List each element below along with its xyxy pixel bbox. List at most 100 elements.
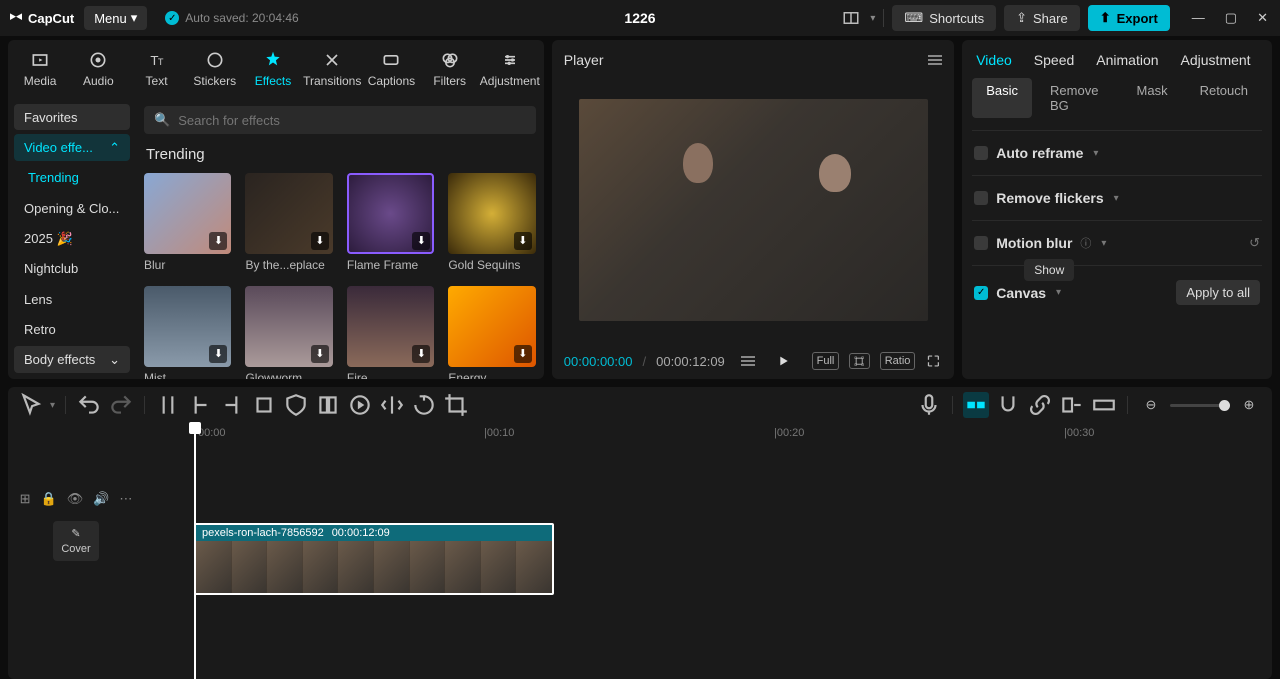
effect-card[interactable]: ⬇By the...eplace	[245, 173, 332, 272]
tab-animation[interactable]: Animation	[1096, 52, 1158, 68]
apply-to-all-button[interactable]: Apply to all	[1176, 280, 1260, 305]
tab-effects[interactable]: Effects	[245, 48, 301, 90]
close-button[interactable]: ✕	[1253, 6, 1272, 30]
effect-card[interactable]: ⬇Energy	[448, 286, 535, 379]
effect-thumbnail[interactable]: ⬇	[144, 286, 231, 367]
tab-adjustment[interactable]: Adjustment	[480, 48, 540, 90]
ripple-edit-tool[interactable]	[963, 392, 989, 418]
more-icon[interactable]: ⋯	[119, 491, 132, 507]
trim-left-tool[interactable]	[187, 392, 213, 418]
effect-thumbnail[interactable]: ⬇	[245, 286, 332, 367]
zoom-in-icon[interactable]: ⊕	[1236, 392, 1262, 418]
effect-thumbnail[interactable]: ⬇	[144, 173, 231, 254]
export-button[interactable]: ⬆ Export	[1088, 5, 1170, 31]
checkbox-checked[interactable]: ✓	[974, 286, 988, 300]
link-tool[interactable]	[1027, 392, 1053, 418]
chevron-down-icon[interactable]: ▾	[50, 400, 55, 411]
eye-icon[interactable]: 👁	[67, 491, 84, 507]
effect-thumbnail[interactable]: ⬇	[347, 286, 434, 367]
list-icon[interactable]	[741, 356, 755, 366]
freeze-tool[interactable]	[315, 392, 341, 418]
mic-icon[interactable]	[916, 392, 942, 418]
player-viewport[interactable]	[560, 74, 946, 345]
frame-icon[interactable]	[849, 353, 869, 369]
sidebar-item-retro[interactable]: Retro	[14, 316, 130, 342]
sidebar-item-opening[interactable]: Opening & Clo...	[14, 195, 130, 221]
tab-text[interactable]: TTText	[128, 48, 184, 90]
tab-adjustment[interactable]: Adjustment	[1181, 52, 1251, 68]
tab-stickers[interactable]: Stickers	[187, 48, 243, 90]
expand-icon[interactable]: ⊞	[20, 491, 31, 507]
tab-transitions[interactable]: Transitions	[303, 48, 361, 90]
effect-thumbnail[interactable]: ⬇	[347, 173, 434, 254]
layout-icon[interactable]	[840, 8, 862, 28]
timeline-ruler[interactable]: 00:00 |00:10 |00:20 |00:30	[144, 423, 1272, 447]
zoom-thumb[interactable]	[1219, 400, 1230, 411]
effect-card[interactable]: ⬇Glowworm	[245, 286, 332, 379]
download-icon[interactable]: ⬇	[412, 232, 430, 250]
lock-icon[interactable]: 🔒	[41, 491, 57, 507]
trim-right-tool[interactable]	[219, 392, 245, 418]
chevron-down-icon[interactable]: ▾	[1093, 148, 1098, 159]
video-clip[interactable]: pexels-ron-lach-7856592 00:00:12:09	[194, 523, 554, 595]
split-tool[interactable]	[155, 392, 181, 418]
download-icon[interactable]: ⬇	[412, 345, 430, 363]
speaker-icon[interactable]: 🔊	[93, 491, 109, 507]
effect-card[interactable]: ⬇Blur	[144, 173, 231, 272]
zoom-out-icon[interactable]: ⊖	[1138, 392, 1164, 418]
effect-card[interactable]: ⬇Fire	[347, 286, 434, 379]
cover-button[interactable]: ✎ Cover	[53, 521, 98, 561]
shortcuts-button[interactable]: ⌨ Shortcuts	[892, 5, 996, 31]
sidebar-item-trending[interactable]: Trending	[14, 165, 130, 191]
sidebar-item-video-effects[interactable]: Video effe...⌃	[14, 134, 130, 161]
crop-tool[interactable]	[251, 392, 277, 418]
full-button[interactable]: Full	[812, 352, 840, 370]
section-motion-blur[interactable]: Motion blur ⓘ ▾ ↺ Show	[972, 221, 1262, 266]
ratio-button[interactable]: Ratio	[880, 352, 916, 370]
tab-video[interactable]: Video	[976, 52, 1012, 68]
download-icon[interactable]: ⬇	[514, 232, 532, 250]
maximize-button[interactable]: ▢	[1221, 6, 1241, 30]
effect-card[interactable]: ⬇Gold Sequins	[448, 173, 535, 272]
tab-captions[interactable]: Captions	[363, 48, 419, 90]
download-icon[interactable]: ⬇	[209, 232, 227, 250]
sidebar-item-favorites[interactable]: Favorites	[14, 104, 130, 130]
tab-audio[interactable]: Audio	[70, 48, 126, 90]
subtab-mask[interactable]: Mask	[1123, 78, 1182, 118]
sidebar-item-2025[interactable]: 2025 🎉	[14, 225, 130, 252]
chevron-down-icon[interactable]: ▾	[1101, 238, 1106, 249]
info-icon[interactable]: ⓘ	[1080, 235, 1091, 251]
effect-card[interactable]: ⬇Flame Frame	[347, 173, 434, 272]
checkbox[interactable]	[974, 146, 988, 160]
search-input[interactable]	[178, 113, 526, 128]
minimize-button[interactable]: —	[1188, 6, 1209, 30]
playhead[interactable]	[194, 423, 196, 679]
hamburger-icon[interactable]	[928, 55, 942, 65]
sidebar-item-body-effects[interactable]: Body effects⌄	[14, 346, 130, 373]
effect-card[interactable]: ⬇Mist	[144, 286, 231, 379]
rotate-tool[interactable]	[411, 392, 437, 418]
chevron-down-icon[interactable]: ▾	[870, 13, 875, 24]
zoom-slider[interactable]	[1170, 404, 1230, 407]
track-tool[interactable]	[1091, 392, 1117, 418]
play-button[interactable]	[775, 351, 792, 371]
section-canvas[interactable]: ✓ Canvas ▾ Apply to all	[972, 266, 1262, 319]
effect-thumbnail[interactable]: ⬇	[245, 173, 332, 254]
search-box[interactable]: 🔍	[144, 106, 536, 134]
tab-speed[interactable]: Speed	[1034, 52, 1074, 68]
chevron-down-icon[interactable]: ▾	[1056, 287, 1061, 298]
chevron-down-icon[interactable]: ▾	[1114, 193, 1119, 204]
subtab-removebg[interactable]: Remove BG	[1036, 78, 1119, 118]
effect-thumbnail[interactable]: ⬇	[448, 173, 535, 254]
fullscreen-icon[interactable]	[925, 351, 942, 371]
mirror-tool[interactable]	[379, 392, 405, 418]
reset-icon[interactable]: ↺	[1249, 235, 1260, 251]
download-icon[interactable]: ⬇	[311, 232, 329, 250]
sidebar-item-lens[interactable]: Lens	[14, 286, 130, 312]
speed-tool[interactable]	[347, 392, 373, 418]
shield-tool[interactable]	[283, 392, 309, 418]
subtab-retouch[interactable]: Retouch	[1186, 78, 1262, 118]
tab-filters[interactable]: Filters	[422, 48, 478, 90]
checkbox[interactable]	[974, 191, 988, 205]
sidebar-item-nightclub[interactable]: Nightclub	[14, 256, 130, 282]
